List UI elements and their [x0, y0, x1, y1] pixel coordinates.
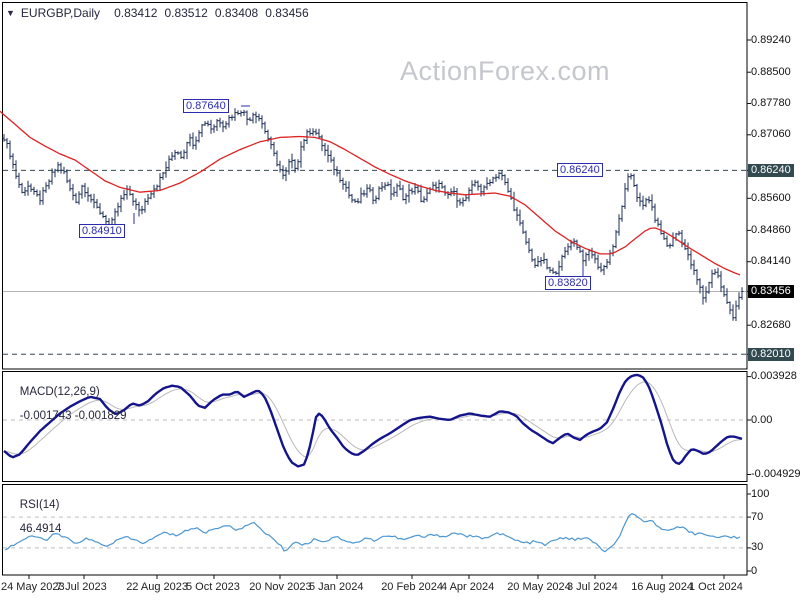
rsi-axis-label: 100: [751, 487, 770, 500]
macd-axis-label: -0.004929: [751, 467, 800, 480]
date-axis-label: 4 Apr 2024: [441, 581, 495, 593]
date-axis-label: 16 Aug 2024: [631, 581, 693, 593]
date-axis-label: 20 May 2024: [507, 581, 571, 593]
rsi-indicator-label: RSI(14) 46.4914: [7, 487, 62, 547]
price-axis-label: 0.84140: [751, 255, 791, 268]
date-axis-label: 20 Nov 2023: [249, 581, 312, 593]
macd-axis[interactable]: 0.003928 0.00 -0.004929: [748, 370, 800, 483]
symbol-label: EURGBP,Daily: [20, 6, 101, 20]
rsi-name: RSI(14): [19, 499, 60, 511]
price-axis-label: 0.82680: [751, 318, 791, 331]
macd-name: MACD(12,26,9): [19, 386, 100, 398]
price-annotation-box[interactable]: 0.83820: [545, 276, 591, 290]
price-annotation-box[interactable]: 0.87640: [183, 99, 229, 113]
price-axis-label: 0.86240: [748, 163, 794, 177]
rsi-axis-label: 70: [751, 510, 764, 523]
date-axis-label: 1 Oct 2024: [689, 581, 743, 593]
price-axis-label: 0.89240: [751, 33, 791, 46]
date-axis-label: 5 Jan 2024: [309, 581, 364, 593]
date-axis-label: 3 Jul 2024: [567, 581, 618, 593]
close-value: 0.83456: [265, 6, 309, 20]
date-axis-label: 5 Oct 2023: [186, 581, 240, 593]
ohlc-info-bar: ▼ EURGBP,Daily 0.83412 0.83512 0.83408 0…: [6, 6, 316, 20]
price-axis-label: 0.87780: [751, 96, 791, 109]
price-annotation-box[interactable]: 0.86240: [557, 163, 603, 177]
price-axis-label: 0.82010: [748, 347, 794, 361]
price-axis-label: 0.87060: [751, 128, 791, 141]
high-value: 0.83512: [164, 6, 208, 20]
date-axis-label: 7 Jul 2023: [56, 581, 107, 593]
symbol-dropdown-arrow-icon[interactable]: ▼: [6, 8, 15, 18]
watermark: ActionForex.com: [399, 56, 611, 86]
chart-window: ▼ EURGBP,Daily 0.83412 0.83512 0.83408 0…: [0, 0, 800, 600]
date-axis[interactable]: 24 May 2023 7 Jul 2023 22 Aug 2023 5 Oct 20…: [0, 576, 800, 600]
open-value: 0.83412: [114, 6, 158, 20]
rsi-axis-label: 30: [751, 541, 764, 554]
price-axis[interactable]: 0.89240 0.88500 0.87780 0.87060 0.86240 0.856…: [748, 0, 800, 370]
price-axis-label: 0.85600: [751, 191, 791, 204]
rsi-axis[interactable]: 100 70 30 0: [748, 483, 800, 578]
macd-values: -0.001743 -0.001829: [19, 410, 127, 422]
low-value: 0.83408: [214, 6, 259, 20]
price-axis-label: 0.84860: [751, 223, 791, 236]
macd-indicator-label: MACD(12,26,9) -0.001743 -0.001829: [7, 374, 127, 434]
price-axis-label: 0.83456: [748, 284, 794, 298]
date-axis-label: 20 Feb 2024: [381, 581, 443, 593]
macd-axis-label: 0.00: [751, 413, 773, 426]
macd-axis-label: 0.003928: [751, 370, 797, 383]
chart-canvas[interactable]: [0, 0, 800, 600]
date-axis-label: 22 Aug 2023: [126, 581, 188, 593]
price-axis-label: 0.88500: [751, 65, 791, 78]
price-annotation-box[interactable]: 0.84910: [79, 224, 125, 238]
rsi-value: 46.4914: [19, 523, 62, 535]
